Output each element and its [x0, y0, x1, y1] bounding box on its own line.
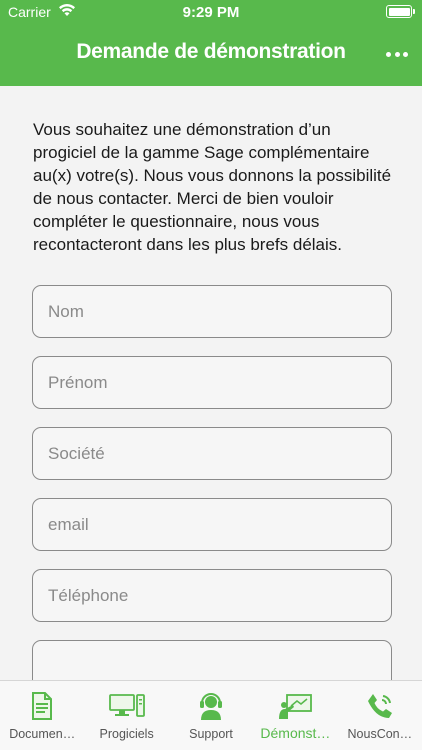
more-options-button[interactable] [386, 46, 408, 62]
headset-icon [193, 690, 229, 722]
email-input[interactable] [32, 498, 392, 551]
telephone-input[interactable] [32, 569, 392, 622]
tab-label: Démonst… [260, 725, 331, 741]
tab-support[interactable]: Support [169, 681, 253, 750]
tab-label: Support [189, 727, 233, 741]
tab-demonstration[interactable]: Démonst… [253, 681, 337, 750]
dot-icon [394, 51, 400, 57]
computer-icon [108, 690, 145, 722]
document-icon [24, 690, 60, 722]
header: Carrier 9:29 PM Demande de démonstration [0, 0, 422, 86]
intro-text: Vous souhaitez une démonstration d’un pr… [33, 120, 392, 254]
prenom-input[interactable] [32, 356, 392, 409]
nom-input[interactable] [32, 285, 392, 338]
tab-label: Progiciels [99, 727, 154, 741]
presentation-icon [277, 690, 313, 722]
tab-bar: Documen… Progiciels Support Démonst… Nou… [0, 680, 422, 750]
tab-progiciels[interactable]: Progiciels [84, 681, 168, 750]
dot-icon [386, 51, 391, 57]
extra-input[interactable] [32, 640, 392, 680]
tab-label: Documen… [9, 727, 76, 741]
tab-label: NousCon… [347, 727, 413, 741]
tab-nous-contacter[interactable]: NousCon… [338, 681, 422, 750]
status-time: 9:29 PM [182, 4, 240, 21]
status-bar: Carrier 9:29 PM [0, 0, 422, 24]
societe-input[interactable] [32, 427, 392, 480]
tab-documentation[interactable]: Documen… [0, 681, 84, 750]
dot-icon [403, 51, 408, 57]
phone-icon [362, 690, 398, 722]
page-title: Demande de démonstration [76, 40, 346, 63]
demo-request-form: Vous souhaitez une démonstration d’un pr… [0, 86, 422, 680]
battery-icon [386, 5, 415, 18]
